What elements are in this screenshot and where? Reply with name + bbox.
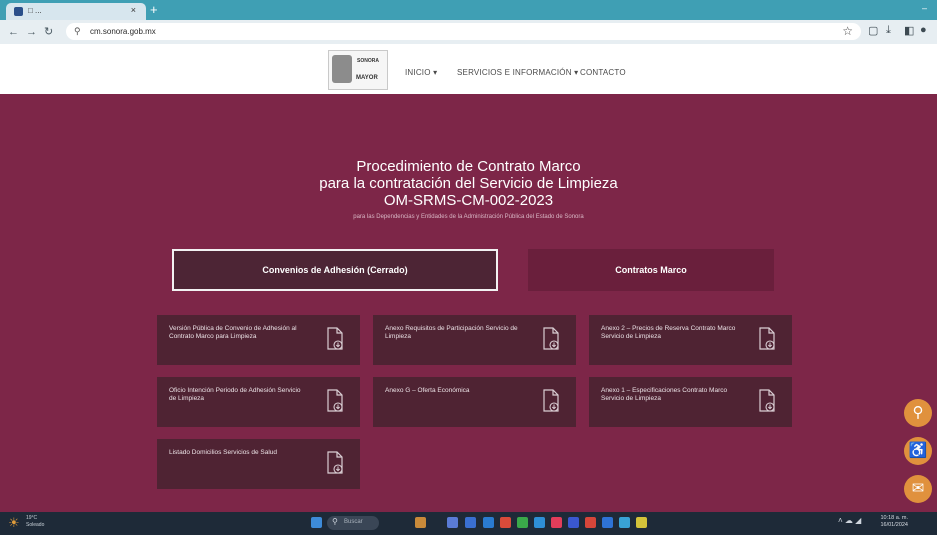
tab-close-icon[interactable]: × [131,5,136,15]
browser-tab[interactable]: □ ... × [6,3,146,20]
app-icon[interactable] [568,517,579,528]
document-label: Oficio Intención Periodo de Adhesión Ser… [169,387,301,402]
weather-widget[interactable]: 19°C Soleado [26,515,44,529]
tab-favicon-icon [14,7,23,16]
address-bar[interactable]: ⚲ cm.sonora.gob.mx ☆ [66,23,861,40]
app-icon[interactable] [500,517,511,528]
window-minimize-button[interactable]: – [922,3,927,13]
chevron-down-icon: ▾ [574,68,579,77]
app-icon[interactable] [551,517,562,528]
app-icon[interactable] [483,517,494,528]
taskbar-search[interactable]: ⚲ Buscar [327,516,379,530]
accessibility-icon[interactable]: ♿ [904,437,932,465]
start-button-icon[interactable] [311,517,322,528]
document-download-icon [759,327,775,350]
document-card[interactable]: Listado Domicilios Servicios de Salud [157,439,360,489]
document-label: Anexo 2 – Precios de Reserva Contrato Ma… [601,325,736,340]
extensions-icon[interactable]: ▢ [868,24,878,37]
document-card[interactable]: Oficio Intención Periodo de Adhesión Ser… [157,377,360,427]
page-title-line3: OM-SRMS-CM-002-2023 [383,192,554,209]
app-icon[interactable] [415,517,426,528]
app-icon[interactable] [465,517,476,528]
document-label: Listado Domicilios Servicios de Salud [169,449,278,456]
document-card[interactable]: Versión Pública de Convenio de Adhesión … [157,315,360,365]
url-text: cm.sonora.gob.mx [90,27,156,36]
app-icon[interactable] [517,517,528,528]
document-card[interactable]: Anexo 2 – Precios de Reserva Contrato Ma… [589,315,792,365]
app-icon[interactable] [534,517,545,528]
document-label: Versión Pública de Convenio de Adhesión … [169,325,297,340]
document-download-icon [759,389,775,412]
search-icon: ⚲ [332,517,338,526]
nav-contacto[interactable]: CONTACTO [580,68,626,77]
logo-text-top: SONORA [357,58,379,64]
app-icon[interactable] [447,517,458,528]
document-label: Anexo G – Oferta Económica [385,387,470,394]
app-icon[interactable] [585,517,596,528]
nav-servicios[interactable]: SERVICIOS E INFORMACIÓN ▾ [457,68,578,77]
nav-inicio-label: INICIO [405,68,431,77]
document-label: Anexo Requisitos de Participación Servic… [385,325,518,340]
clock-date: 16/01/2024 [880,522,908,528]
document-card[interactable]: Anexo G – Oferta Económica [373,377,576,427]
site-info-icon[interactable]: ⚲ [74,26,81,37]
document-download-icon [543,389,559,412]
sidebar-icon[interactable]: ◧ [904,24,914,37]
clock-time: 10:18 a. m. [880,515,908,521]
document-download-icon [543,327,559,350]
document-download-icon [327,389,343,412]
nav-inicio[interactable]: INICIO ▾ [405,68,437,77]
document-download-icon [327,327,343,350]
weather-icon[interactable]: ☀ [8,515,20,531]
download-icon[interactable]: ⤓ [886,24,891,37]
system-tray-icons[interactable]: ˄ ☁ ◢ [838,516,861,525]
browser-toolbar: ← → ↻ ⚲ cm.sonora.gob.mx ☆ ▢ ⤓ ◧ ● [0,20,937,44]
taskbar-clock[interactable]: 10:18 a. m. 16/01/2024 [868,515,908,529]
weather-temp: 19°C [26,515,38,521]
logo-text-bottom: MAYOR [356,75,378,81]
search-fab-icon[interactable]: ⚲ [904,399,932,427]
back-icon[interactable]: ← [8,25,19,39]
tab-convenios[interactable]: Convenios de Adhesión (Cerrado) [172,249,498,291]
document-card[interactable]: Anexo Requisitos de Participación Servic… [373,315,576,365]
document-label: Anexo 1 – Especificaciones Contrato Marc… [601,387,728,402]
app-icon[interactable] [602,517,613,528]
chevron-down-icon: ▾ [433,68,438,77]
tab-contratos[interactable]: Contratos Marco [528,249,774,291]
site-logo[interactable]: SONORA MAYOR [328,50,388,90]
weather-desc: Soleado [26,522,45,528]
app-icon[interactable] [636,517,647,528]
document-card[interactable]: Anexo 1 – Especificaciones Contrato Marc… [589,377,792,427]
logo-emblem-icon [332,55,352,83]
main-section [0,94,937,512]
page-subtitle: para las Dependencias y Entidades de la … [353,214,584,220]
taskbar-search-label: Buscar [344,519,363,525]
new-tab-button[interactable]: + [150,2,158,18]
bookmark-star-icon[interactable]: ☆ [842,24,853,38]
forward-icon[interactable]: → [26,25,37,39]
tab-title: □ ... [28,6,42,15]
document-download-icon [327,451,343,474]
chat-icon[interactable]: ✉ [904,475,932,503]
page-title-line1: Procedimiento de Contrato Marco [356,158,581,175]
app-icon[interactable] [619,517,630,528]
page-title-line2: para la contratación del Servicio de Lim… [319,175,618,192]
reload-icon[interactable]: ↻ [44,25,53,39]
profile-icon[interactable]: ● [920,24,927,36]
nav-servicios-label: SERVICIOS E INFORMACIÓN [457,68,572,77]
